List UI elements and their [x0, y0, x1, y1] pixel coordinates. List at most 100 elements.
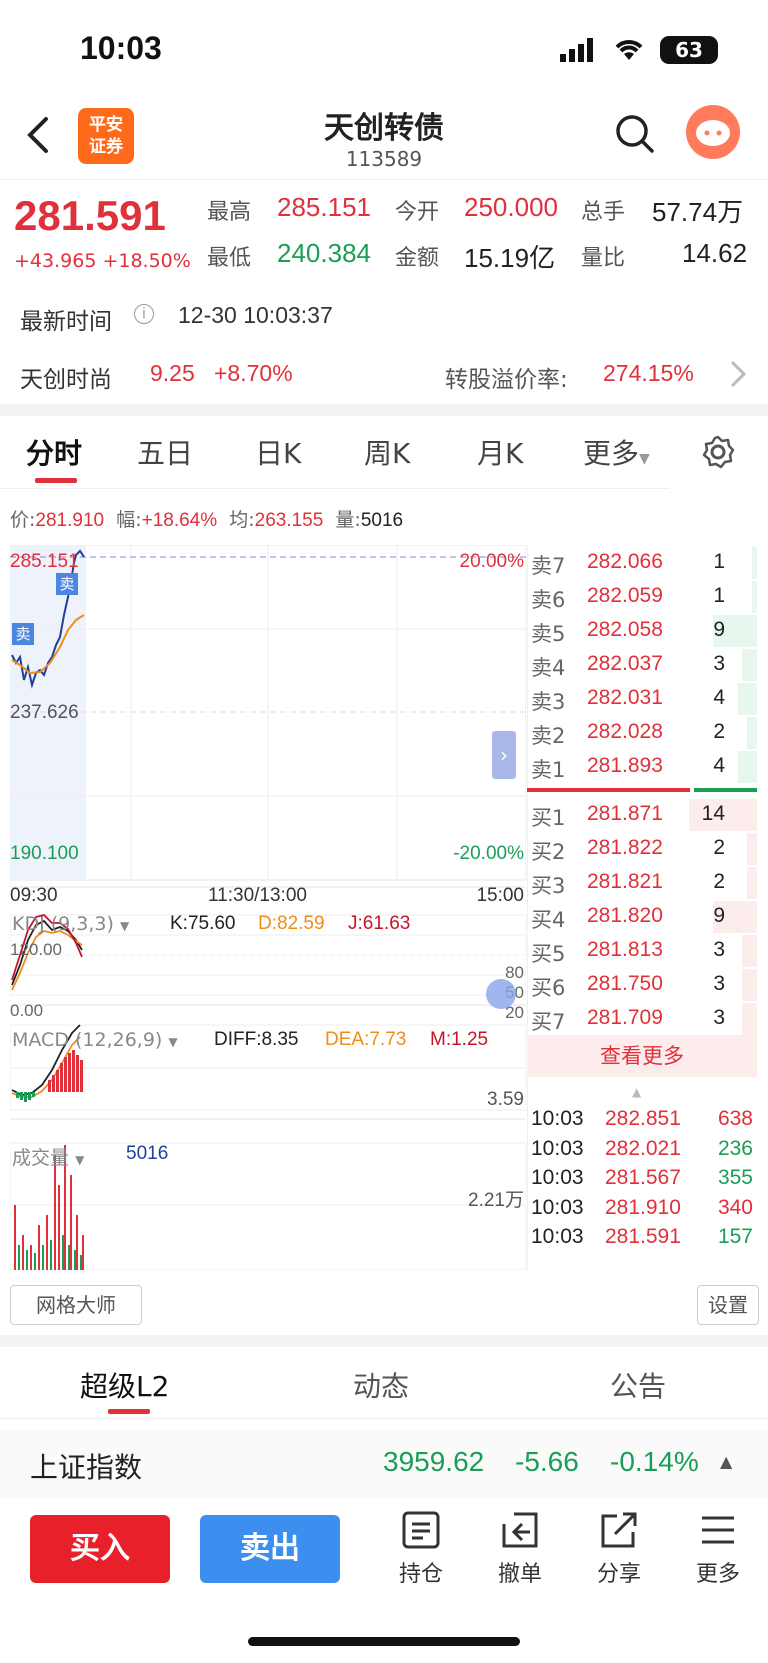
sell-marker[interactable]: 卖: [56, 573, 78, 595]
level-price: 281.822: [587, 836, 663, 859]
level-label: 卖3: [531, 690, 566, 714]
gear-icon[interactable]: [700, 434, 736, 474]
tab-daily-k[interactable]: 日K: [255, 432, 301, 472]
bid-row[interactable]: 买4 281.820 9: [527, 899, 757, 935]
tab-monthly-k[interactable]: 月K: [477, 432, 523, 472]
bid-row[interactable]: 买5 281.813 3: [527, 933, 757, 969]
active-tab-indicator: [108, 1409, 150, 1414]
x-axis-start: 09:30: [10, 885, 58, 906]
level-label: 卖1: [531, 758, 566, 782]
tab-five-day[interactable]: 五日: [137, 432, 193, 472]
ask-row[interactable]: 卖7 282.066 1: [527, 545, 757, 581]
sell-button[interactable]: 卖出: [200, 1515, 340, 1583]
volume-selector[interactable]: 成交量 ▼: [12, 1143, 84, 1170]
expand-panel-handle[interactable]: ›: [492, 731, 516, 779]
buy-button[interactable]: 买入: [30, 1515, 170, 1583]
ask-row[interactable]: 卖6 282.059 1: [527, 579, 757, 615]
level-volume: 14: [701, 802, 725, 825]
tab-super-l2[interactable]: 超级L2: [80, 1365, 169, 1405]
grid-master-button[interactable]: 网格大师: [10, 1285, 142, 1325]
crosshair-info: 价:281.910 幅:+18.64% 均:263.155 量:5016: [10, 509, 404, 531]
divider: [0, 404, 768, 416]
level-label: 卖7: [531, 554, 566, 578]
kdj-d: D:82.59: [258, 913, 325, 934]
cancel-order-button[interactable]: 撤单: [485, 1510, 555, 1588]
position-button[interactable]: 持仓: [386, 1510, 456, 1588]
sell-marker[interactable]: 卖: [12, 623, 34, 645]
trade-tick-row: 10:03 282.021 236: [527, 1135, 757, 1166]
settings-button[interactable]: 设置: [697, 1285, 759, 1325]
y-axis-bottom: 190.100: [10, 843, 79, 864]
ask-row[interactable]: 卖2 282.028 2: [527, 715, 757, 751]
caret-up-icon[interactable]: ▲: [720, 1452, 732, 1471]
info-icon[interactable]: i: [134, 304, 154, 324]
low-value: 240.384: [277, 238, 371, 268]
kdj-y-top: 120.00: [10, 940, 62, 959]
chat-assistant-icon[interactable]: [686, 105, 740, 159]
ask-row[interactable]: 卖3 282.031 4: [527, 681, 757, 717]
ask-row[interactable]: 卖1 281.893 4: [527, 749, 757, 785]
premium-label[interactable]: 转股溢价率:: [445, 360, 568, 394]
scroll-handle-icon[interactable]: [486, 979, 516, 1009]
level-volume: 2: [713, 836, 725, 859]
quote-panel: 281.591 +43.965 +18.50% 最高 285.151 今开 25…: [0, 180, 768, 400]
bid-row[interactable]: 买3 281.821 2: [527, 865, 757, 901]
tick-price: 281.591: [605, 1225, 681, 1248]
bid-row[interactable]: 买7 281.709 3: [527, 1001, 757, 1037]
kdj-selector[interactable]: KDJ (9,3,3) ▼: [12, 913, 129, 935]
active-tab-indicator: [35, 478, 77, 483]
intraday-chart[interactable]: 285.151 20.00% 237.626 190.100 -20.00% 卖…: [10, 545, 526, 1270]
price-change: +43.965 +18.50%: [14, 250, 191, 272]
more-button[interactable]: 更多: [683, 1510, 753, 1588]
bid-depth-bar: [742, 1003, 757, 1035]
level-label: 买7: [531, 1010, 566, 1034]
ask-depth-bar: [738, 751, 757, 783]
caret-up-icon: ▲: [632, 1085, 642, 1099]
tick-volume: 340: [717, 1195, 753, 1219]
index-ticker[interactable]: 上证指数 3959.62 -5.66 -0.14% ▲: [0, 1430, 768, 1498]
macd-y: 3.59: [487, 1089, 524, 1110]
level-label: 卖5: [531, 622, 566, 646]
view-more-button[interactable]: 查看更多: [527, 1035, 757, 1077]
level-price: 281.893: [587, 754, 663, 777]
level-label: 买6: [531, 976, 566, 1000]
kdj-k: K:75.60: [170, 913, 236, 934]
tab-announcements[interactable]: 公告: [610, 1365, 666, 1405]
trade-tick-row: 10:03 281.567 355: [527, 1164, 757, 1195]
macd-m: M:1.25: [430, 1029, 489, 1050]
kdj-y-bottom: 0.00: [10, 1001, 44, 1020]
level-label: 买3: [531, 874, 566, 898]
tab-news[interactable]: 动态: [353, 1365, 409, 1405]
level-price: 282.031: [587, 686, 663, 709]
bid-depth-bar: [747, 833, 757, 865]
bid-row[interactable]: 买2 281.822 2: [527, 831, 757, 867]
index-name: 上证指数: [30, 1451, 143, 1484]
tab-more[interactable]: 更多▼: [583, 432, 650, 472]
ask-depth-bar: [738, 683, 757, 715]
tick-time: 10:03: [531, 1136, 584, 1160]
bid-row[interactable]: 买1 281.871 14: [527, 797, 757, 833]
amount-value: 15.19亿: [464, 243, 556, 273]
ask-row[interactable]: 卖5 282.058 9: [527, 613, 757, 649]
ask-depth-bar: [752, 547, 757, 579]
level-price: 281.709: [587, 1006, 663, 1029]
high-value: 285.151: [277, 192, 371, 222]
volume-y: 2.21万: [468, 1190, 524, 1211]
underlying-name[interactable]: 天创时尚: [20, 360, 112, 394]
bid-depth-bar: [742, 935, 757, 967]
share-button[interactable]: 分享: [584, 1510, 654, 1588]
level-price: 281.821: [587, 870, 663, 893]
ask-bid-divider: [694, 788, 757, 792]
tab-weekly-k[interactable]: 周K: [364, 432, 410, 472]
x-axis-end: 15:00: [476, 885, 524, 906]
ask-depth-bar: [747, 717, 757, 749]
caret-down-icon: ▼: [639, 451, 650, 467]
ask-row[interactable]: 卖4 282.037 3: [527, 647, 757, 683]
search-icon[interactable]: [614, 113, 656, 159]
chevron-right-icon[interactable]: [728, 358, 748, 394]
latest-time: 12-30 10:03:37: [178, 302, 333, 328]
bid-row[interactable]: 买6 281.750 3: [527, 967, 757, 1003]
tab-intraday[interactable]: 分时: [26, 432, 82, 472]
level-price: 281.750: [587, 972, 663, 995]
macd-selector[interactable]: MACD (12,26,9) ▼: [12, 1029, 178, 1051]
